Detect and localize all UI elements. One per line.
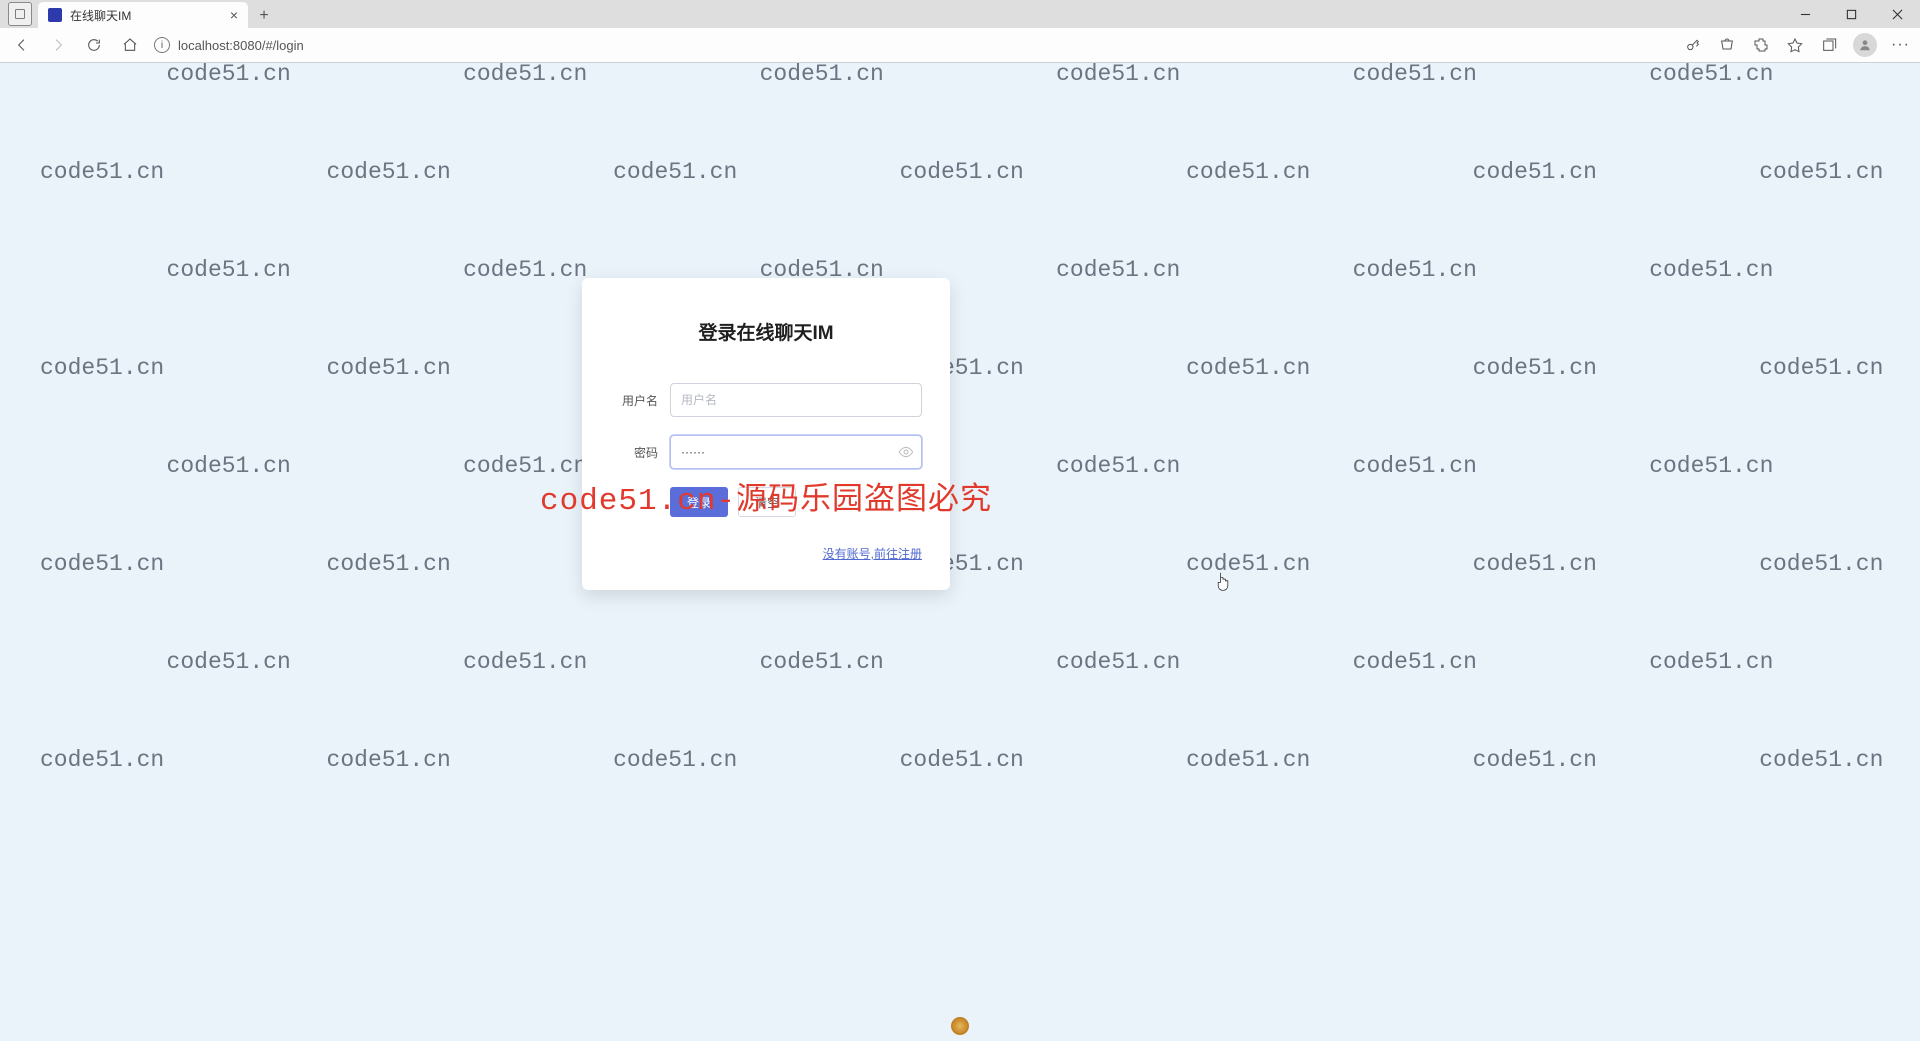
watermark-cell: code51.cn [760, 63, 884, 87]
username-label: 用户名 [610, 392, 658, 409]
watermark-cell: code51.cn [40, 355, 164, 381]
watermark-cell: code51.cn [1473, 551, 1597, 577]
watermark-cell: code51.cn [1759, 159, 1883, 185]
username-input[interactable] [670, 383, 922, 417]
address-bar: i localhost:8080/#/login ··· [0, 28, 1920, 62]
nav-back-button[interactable] [10, 33, 34, 57]
extensions-icon[interactable] [1751, 35, 1771, 55]
tab-overview-button[interactable] [8, 2, 32, 26]
page-viewport: code51.cn code51.cn code51.cn code51.cn code… [0, 63, 1920, 1041]
url-box[interactable]: i localhost:8080/#/login [154, 37, 1671, 53]
new-tab-button[interactable]: + [252, 4, 276, 28]
watermark-cell: code51.cn [1473, 355, 1597, 381]
password-visibility-icon[interactable] [898, 444, 914, 460]
watermark-cell: code51.cn [1473, 747, 1597, 773]
nav-refresh-button[interactable] [82, 33, 106, 57]
watermark-cell: code51.cn [1649, 257, 1773, 283]
watermark-cell: code51.cn [613, 159, 737, 185]
watermark-cell: code51.cn [327, 747, 451, 773]
window-maximize-button[interactable] [1828, 0, 1874, 28]
watermark-cell: code51.cn [1353, 63, 1477, 87]
watermark-cell: code51.cn [1759, 551, 1883, 577]
watermark-cell: code51.cn [1649, 63, 1773, 87]
window-close-button[interactable] [1874, 0, 1920, 28]
watermark-cell: code51.cn [167, 257, 291, 283]
footer-badge-icon [951, 1017, 969, 1035]
watermark-cell: code51.cn [900, 159, 1024, 185]
toolbar-right: ··· [1683, 33, 1910, 57]
watermark-cell: code51.cn [463, 63, 587, 87]
watermark-cell: code51.cn [1186, 747, 1310, 773]
watermark-cell: code51.cn [760, 649, 884, 675]
clear-button[interactable]: 清空 [738, 487, 796, 517]
watermark-cell: code51.cn [1056, 649, 1180, 675]
watermark-cell: code51.cn [1186, 159, 1310, 185]
cursor-icon [1215, 572, 1231, 591]
browser-chrome: 在线聊天IM × + i localhost:8080/#/login ··· [0, 0, 1920, 63]
watermark-cell: code51.cn [167, 453, 291, 479]
watermark-cell: code51.cn [1649, 453, 1773, 479]
login-card: 登录在线聊天IM 用户名 密码 登录 清空 没有账号,前往注册 [582, 278, 950, 590]
site-info-icon[interactable]: i [154, 37, 170, 53]
window-minimize-button[interactable] [1782, 0, 1828, 28]
tab-close-button[interactable]: × [230, 7, 238, 23]
watermark-cell: code51.cn [1649, 649, 1773, 675]
watermark-cell: code51.cn [327, 355, 451, 381]
watermark-cell: code51.cn [1353, 649, 1477, 675]
register-link[interactable]: 没有账号,前往注册 [823, 547, 922, 561]
watermark-cell: code51.cn [167, 63, 291, 87]
login-button[interactable]: 登录 [670, 487, 728, 517]
browser-tab[interactable]: 在线聊天IM × [38, 2, 248, 28]
watermark-cell: code51.cn [463, 257, 587, 283]
watermark-cell: code51.cn [40, 747, 164, 773]
watermark-cell: code51.cn [613, 747, 737, 773]
profile-avatar[interactable] [1853, 33, 1877, 57]
more-menu-button[interactable]: ··· [1891, 36, 1910, 54]
favorites-icon[interactable] [1785, 35, 1805, 55]
register-link-row: 没有账号,前往注册 [610, 545, 922, 562]
username-row: 用户名 [610, 383, 922, 417]
watermark-layer: code51.cn code51.cn code51.cn code51.cn code… [0, 63, 1920, 1041]
watermark-cell: code51.cn [327, 159, 451, 185]
watermark-cell: code51.cn [900, 747, 1024, 773]
login-title: 登录在线聊天IM [610, 318, 922, 345]
watermark-cell: code51.cn [40, 159, 164, 185]
favicon-icon [48, 8, 62, 22]
nav-home-button[interactable] [118, 33, 142, 57]
watermark-cell: code51.cn [1353, 257, 1477, 283]
watermark-cell: code51.cn [1353, 453, 1477, 479]
password-row: 密码 [610, 435, 922, 469]
tab-title: 在线聊天IM [70, 7, 131, 24]
password-input[interactable] [670, 435, 922, 469]
watermark-cell: code51.cn [1056, 453, 1180, 479]
watermark-cell: code51.cn [463, 649, 587, 675]
watermark-cell: code51.cn [167, 649, 291, 675]
nav-forward-button[interactable] [46, 33, 70, 57]
watermark-cell: code51.cn [1759, 747, 1883, 773]
password-manager-icon[interactable] [1683, 35, 1703, 55]
shopping-icon[interactable] [1717, 35, 1737, 55]
watermark-cell: code51.cn [40, 551, 164, 577]
watermark-cell: code51.cn [327, 551, 451, 577]
watermark-cell: code51.cn [1186, 355, 1310, 381]
watermark-cell: code51.cn [1186, 551, 1310, 577]
watermark-cell: code51.cn [463, 453, 587, 479]
watermark-cell: code51.cn [1759, 355, 1883, 381]
url-text: localhost:8080/#/login [178, 38, 304, 53]
watermark-cell: code51.cn [1056, 257, 1180, 283]
window-controls [1782, 0, 1920, 28]
button-row: 登录 清空 [670, 487, 922, 517]
watermark-cell: code51.cn [1473, 159, 1597, 185]
tab-bar: 在线聊天IM × + [0, 0, 1920, 28]
password-label: 密码 [610, 444, 658, 461]
collections-icon[interactable] [1819, 35, 1839, 55]
watermark-cell: code51.cn [1056, 63, 1180, 87]
